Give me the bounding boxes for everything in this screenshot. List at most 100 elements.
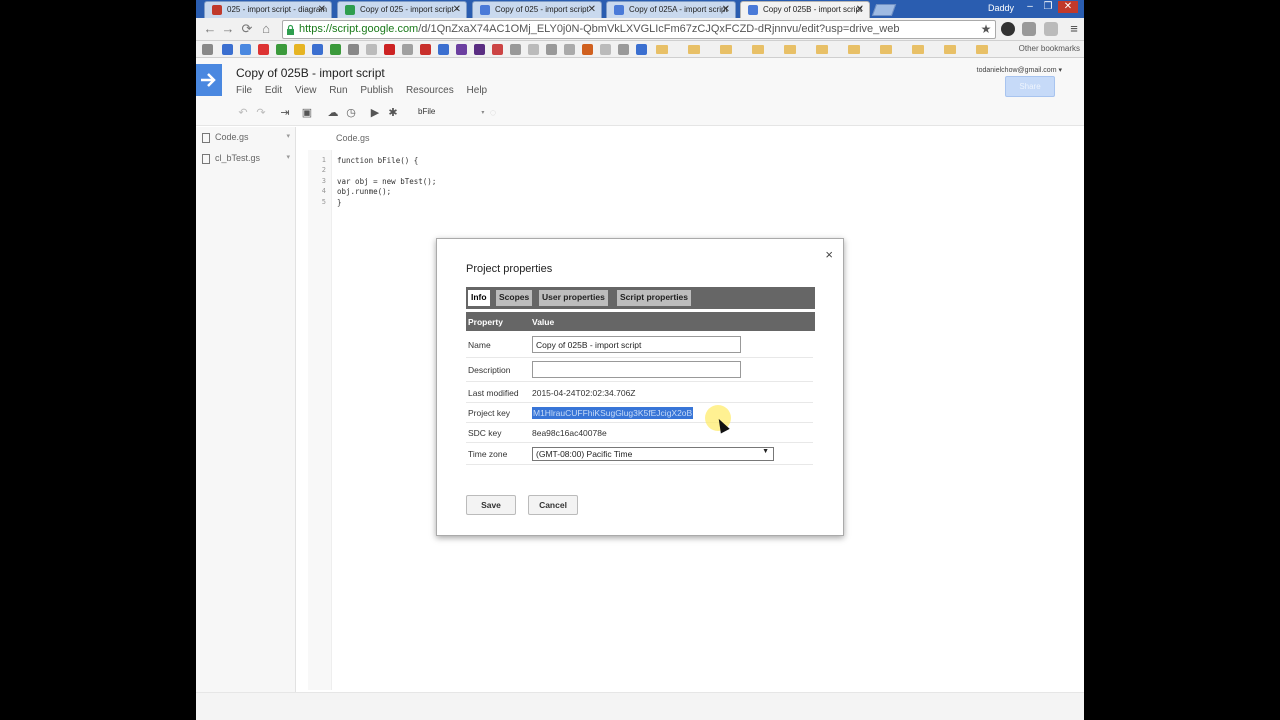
- share-button[interactable]: Share: [1005, 76, 1055, 97]
- bookmark-folder-icon[interactable]: [720, 45, 732, 54]
- tab-code-gs[interactable]: Code.gs: [336, 133, 370, 143]
- bookmark-icon[interactable]: [366, 44, 377, 55]
- bookmark-icon[interactable]: [564, 44, 575, 55]
- file-item-code-gs[interactable]: Code.gs ▾: [202, 132, 296, 146]
- tab-info[interactable]: Info: [468, 290, 490, 306]
- save-icon[interactable]: ▣: [300, 106, 314, 120]
- bookmark-star-icon[interactable]: ★: [978, 21, 994, 37]
- browser-tab-1[interactable]: 025 - import script - diagram ✕: [204, 1, 332, 18]
- bookmark-folder-icon[interactable]: [784, 45, 796, 54]
- bookmark-icon[interactable]: [240, 44, 251, 55]
- browser-tab-5-active[interactable]: Copy of 025B - import script ✕: [740, 1, 870, 18]
- bookmark-icon[interactable]: [276, 44, 287, 55]
- extension-icon[interactable]: [1044, 22, 1058, 36]
- restore-icon[interactable]: ❐: [1040, 1, 1056, 13]
- bookmark-folder-icon[interactable]: [688, 45, 700, 54]
- bookmark-folder-icon[interactable]: [912, 45, 924, 54]
- bookmark-folder-icon[interactable]: [848, 45, 860, 54]
- bookmark-icon[interactable]: [330, 44, 341, 55]
- close-tab-icon[interactable]: ✕: [856, 4, 864, 15]
- publish-cloud-icon[interactable]: ☁: [326, 106, 340, 120]
- description-field[interactable]: [532, 361, 741, 378]
- extension-icon[interactable]: [1022, 22, 1036, 36]
- bookmark-folder-icon[interactable]: [656, 45, 668, 54]
- bookmark-icon[interactable]: [474, 44, 485, 55]
- time-zone-select[interactable]: (GMT-08:00) Pacific Time ▼: [532, 447, 774, 461]
- bookmark-icon[interactable]: [294, 44, 305, 55]
- bookmark-icon[interactable]: [528, 44, 539, 55]
- menu-file[interactable]: File: [236, 85, 252, 96]
- bookmark-yahoo-icon[interactable]: [456, 44, 467, 55]
- bookmark-gmail-icon[interactable]: [258, 44, 269, 55]
- menu-icon[interactable]: ≡: [1066, 21, 1082, 37]
- code-line[interactable]: obj.runme();: [337, 187, 391, 196]
- close-window-icon[interactable]: ✕: [1058, 1, 1078, 13]
- forward-icon[interactable]: →: [220, 21, 236, 37]
- code-line[interactable]: var obj = new bTest();: [337, 177, 436, 186]
- bookmark-icon[interactable]: [546, 44, 557, 55]
- close-tab-icon[interactable]: ✕: [453, 4, 461, 15]
- bookmark-icon[interactable]: [600, 44, 611, 55]
- project-key-value[interactable]: M1HlrauCUFFhiKSugGlug3K5fEJcigX2oB: [532, 407, 694, 419]
- address-bar[interactable]: https://script.google.com/d/1QnZxaX74AC1…: [282, 20, 996, 39]
- menu-help[interactable]: Help: [467, 85, 488, 96]
- triggers-clock-icon[interactable]: ◷: [344, 106, 358, 120]
- bookmark-folder-icon[interactable]: [880, 45, 892, 54]
- bookmark-icon[interactable]: [420, 44, 431, 55]
- project-title[interactable]: Copy of 025B - import script: [236, 66, 385, 80]
- run-icon[interactable]: ▶: [368, 106, 382, 120]
- bookmark-youtube-icon[interactable]: [384, 44, 395, 55]
- menu-run[interactable]: Run: [329, 85, 347, 96]
- menu-publish[interactable]: Publish: [360, 85, 393, 96]
- tab-user-properties[interactable]: User properties: [539, 290, 608, 306]
- minimize-icon[interactable]: –: [1022, 1, 1038, 13]
- cancel-button[interactable]: Cancel: [528, 495, 578, 515]
- bookmark-icon[interactable]: [492, 44, 503, 55]
- home-icon[interactable]: ⌂: [258, 21, 274, 37]
- function-select[interactable]: bFile ▾: [418, 107, 484, 116]
- file-item-cl-btest-gs[interactable]: cl_bTest.gs ▾: [202, 153, 296, 167]
- extension-icon[interactable]: [1001, 22, 1015, 36]
- menu-view[interactable]: View: [295, 85, 317, 96]
- bookmark-icon[interactable]: [510, 44, 521, 55]
- close-tab-icon[interactable]: ✕: [318, 4, 326, 15]
- bookmark-icon[interactable]: [312, 44, 323, 55]
- bookmark-folder-icon[interactable]: [752, 45, 764, 54]
- lightbulb-icon[interactable]: ◌: [486, 106, 500, 120]
- close-icon[interactable]: ×: [825, 247, 833, 262]
- chevron-down-icon[interactable]: ▾: [286, 153, 290, 161]
- menu-resources[interactable]: Resources: [406, 85, 454, 96]
- other-bookmarks[interactable]: Other bookmarks: [1019, 44, 1080, 53]
- apps-script-logo[interactable]: [196, 64, 222, 96]
- new-tab-button[interactable]: [871, 4, 897, 16]
- browser-tab-3[interactable]: Copy of 025 - import script ✕: [472, 1, 602, 18]
- code-line[interactable]: }: [337, 198, 342, 207]
- bookmark-folder-icon[interactable]: [816, 45, 828, 54]
- bookmark-icon[interactable]: [438, 44, 449, 55]
- bookmark-icon[interactable]: [618, 44, 629, 55]
- name-field[interactable]: [532, 336, 741, 353]
- bookmark-apps-icon[interactable]: [202, 44, 213, 55]
- close-tab-icon[interactable]: ✕: [588, 4, 596, 15]
- bookmark-icon[interactable]: [402, 44, 413, 55]
- code-line[interactable]: function bFile() {: [337, 156, 418, 165]
- back-icon[interactable]: ←: [202, 21, 218, 37]
- browser-tab-4[interactable]: Copy of 025A - import script ✕: [606, 1, 736, 18]
- bookmark-icon[interactable]: [582, 44, 593, 55]
- tab-scopes[interactable]: Scopes: [496, 290, 533, 306]
- chevron-down-icon[interactable]: ▾: [286, 132, 290, 140]
- undo-icon[interactable]: ↶: [236, 106, 250, 120]
- bookmark-icon[interactable]: [348, 44, 359, 55]
- browser-user-name[interactable]: Daddy: [988, 3, 1014, 13]
- redo-icon[interactable]: ↷: [254, 106, 268, 120]
- bookmark-folder-icon[interactable]: [944, 45, 956, 54]
- bookmark-folder-icon[interactable]: [976, 45, 988, 54]
- save-button[interactable]: Save: [466, 495, 516, 515]
- account-email[interactable]: todanielchow@gmail.com ▾: [977, 66, 1062, 74]
- close-tab-icon[interactable]: ✕: [722, 4, 730, 15]
- tab-script-properties[interactable]: Script properties: [617, 290, 692, 306]
- menu-edit[interactable]: Edit: [265, 85, 282, 96]
- browser-tab-2[interactable]: Copy of 025 - import script - ✕: [337, 1, 467, 18]
- reload-icon[interactable]: ⟳: [239, 21, 255, 37]
- indent-icon[interactable]: ⇥: [278, 106, 292, 120]
